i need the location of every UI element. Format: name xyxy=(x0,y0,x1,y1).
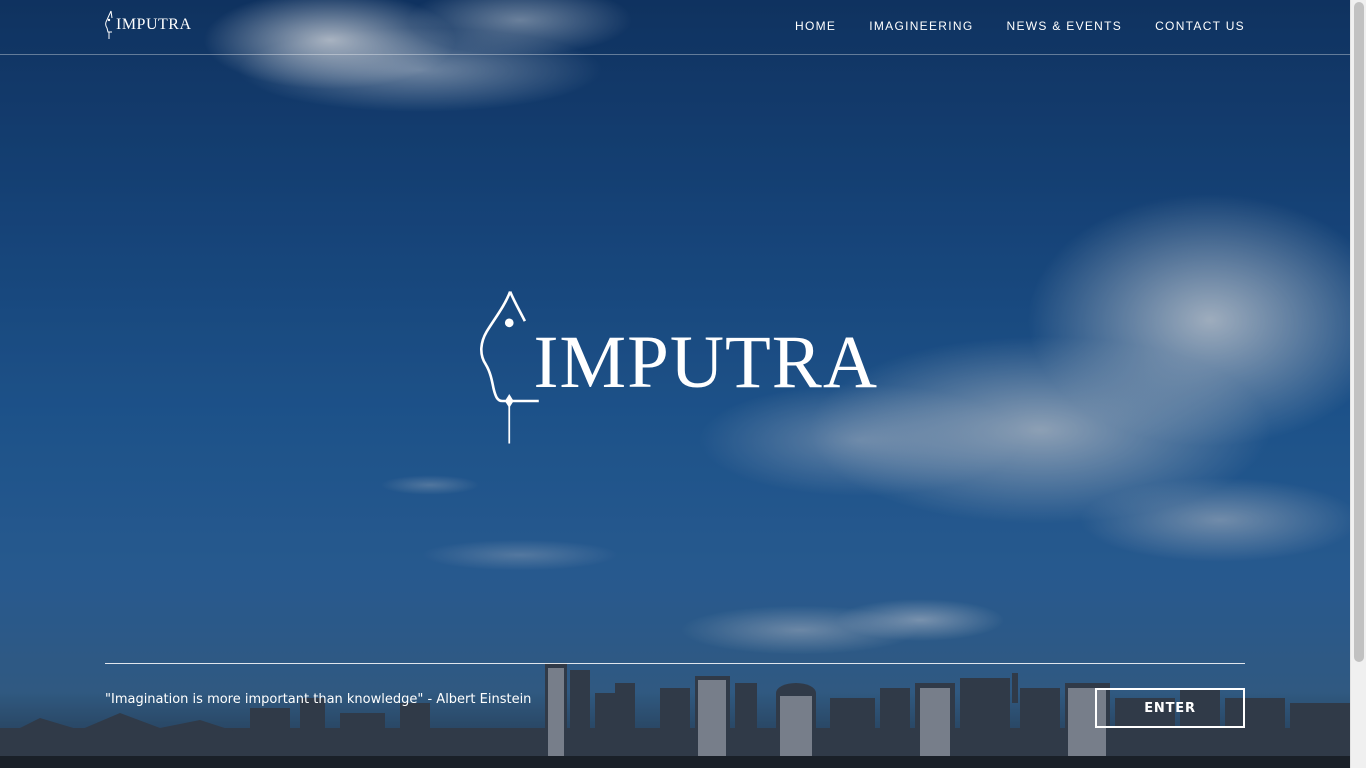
nav-contact-us[interactable]: CONTACT US xyxy=(1155,19,1245,33)
hero-logo: IMPUTRA xyxy=(478,278,878,458)
nav-home[interactable]: HOME xyxy=(795,19,836,33)
einstein-quote: "Imagination is more important than know… xyxy=(105,692,532,707)
enter-button[interactable]: ENTER xyxy=(1095,688,1245,728)
imputra-head-icon xyxy=(105,10,113,39)
top-navbar: IMPUTRA HOME IMAGINEERING NEWS & EVENTS … xyxy=(0,0,1350,55)
main-nav: HOME IMAGINEERING NEWS & EVENTS CONTACT … xyxy=(795,19,1245,33)
nav-imagineering[interactable]: IMAGINEERING xyxy=(869,19,973,33)
brand-logo-text: IMPUTRA xyxy=(116,16,192,33)
scrollbar-thumb[interactable] xyxy=(1354,2,1364,662)
hero-logo-text: IMPUTRA xyxy=(533,321,878,404)
footer-divider xyxy=(105,663,1245,664)
nav-news-events[interactable]: NEWS & EVENTS xyxy=(1007,19,1123,33)
page-scrollbar[interactable] xyxy=(1350,0,1366,768)
brand-logo-link[interactable]: IMPUTRA xyxy=(104,10,192,40)
